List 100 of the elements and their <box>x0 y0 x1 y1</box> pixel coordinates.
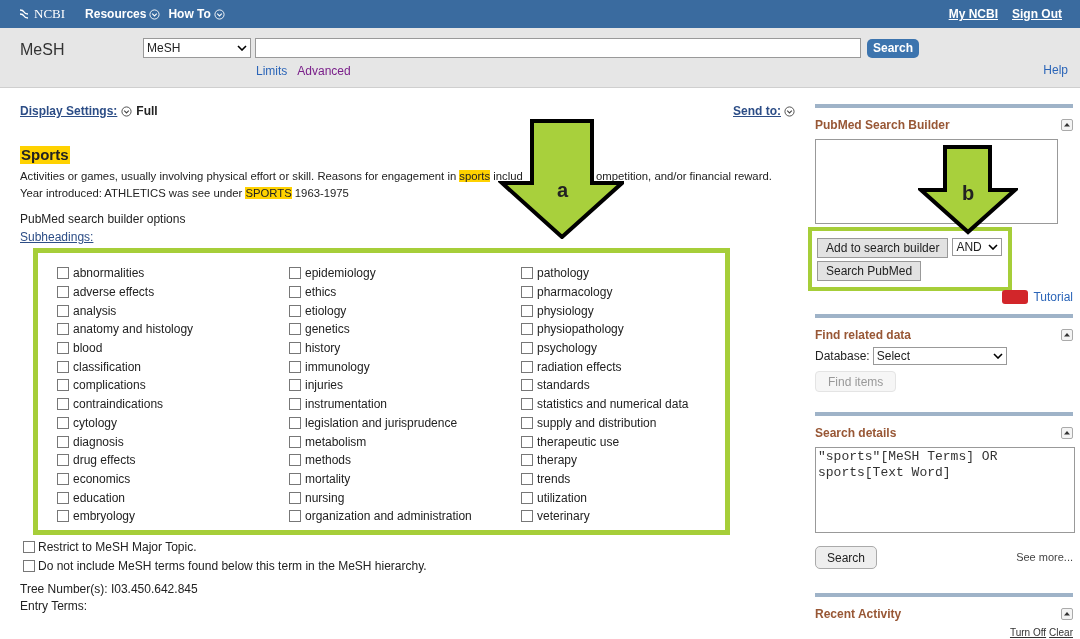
subheading-label: pharmacology <box>537 284 613 302</box>
checkbox[interactable] <box>57 435 69 448</box>
send-to-link[interactable]: Send to: <box>733 102 781 120</box>
search-option-link[interactable]: Limits <box>256 62 288 80</box>
database-select[interactable]: MeSH <box>143 38 251 58</box>
checkbox[interactable] <box>521 360 533 373</box>
checkbox[interactable] <box>289 286 301 299</box>
subheading-label: embryology <box>73 508 136 526</box>
database-label: Database: <box>815 348 870 365</box>
subheading-label: standards <box>537 377 590 395</box>
checkbox[interactable] <box>521 398 533 411</box>
search-button[interactable]: Search <box>815 546 878 569</box>
collapse-icon[interactable] <box>1061 608 1073 620</box>
checkbox[interactable] <box>57 510 69 523</box>
checkbox[interactable] <box>521 472 533 485</box>
option-label: Restrict to MeSH Major Topic. <box>38 538 197 556</box>
search-details-box[interactable]: "sports"[MeSH Terms] OR sports[Text Word] <box>815 447 1075 533</box>
search-field[interactable] <box>255 38 861 58</box>
checkbox[interactable] <box>521 304 533 317</box>
checkbox[interactable] <box>289 360 301 373</box>
checkbox[interactable] <box>57 472 69 485</box>
checkbox[interactable] <box>521 323 533 336</box>
subheading-label: therapeutic use <box>537 433 620 451</box>
checkbox[interactable] <box>289 510 301 523</box>
description-text: Activities or games, usually involving physical effort or skill. Reasons for engagement in sports includ <box>20 169 523 184</box>
operator-select[interactable]: AND <box>952 238 1003 256</box>
checkbox[interactable] <box>57 379 69 392</box>
checkbox[interactable] <box>57 304 69 317</box>
section-title: Find related data <box>815 327 912 344</box>
menu-link[interactable]: Resources <box>85 5 147 23</box>
checkbox[interactable] <box>521 435 533 448</box>
checkbox[interactable] <box>289 472 301 485</box>
help-link[interactable]: Help <box>1043 61 1068 79</box>
subheadings-link[interactable]: Subheadings: <box>20 230 94 244</box>
collapse-icon[interactable] <box>1061 329 1073 341</box>
account-link[interactable]: Sign Out <box>1012 5 1062 23</box>
display-settings-link[interactable]: Display Settings: <box>20 102 118 120</box>
checkbox[interactable] <box>521 342 533 355</box>
search-option-link[interactable]: Advanced <box>297 62 351 80</box>
section-title: Recent Activity <box>815 606 902 623</box>
activity-link[interactable]: Clear <box>1049 627 1073 639</box>
subheading-label: contraindications <box>73 396 164 414</box>
collapse-icon[interactable] <box>1061 427 1073 439</box>
checkbox[interactable] <box>521 379 533 392</box>
checkbox[interactable] <box>289 491 301 504</box>
checkbox[interactable] <box>289 435 301 448</box>
checkbox[interactable] <box>289 304 301 317</box>
database-select[interactable]: Select <box>872 347 1007 365</box>
checkbox[interactable] <box>521 510 533 523</box>
subheading-label: injuries <box>305 377 343 395</box>
checkbox[interactable] <box>289 416 301 429</box>
menu-link[interactable]: How To <box>168 5 211 23</box>
checkbox[interactable] <box>57 416 69 429</box>
tutorial-link[interactable]: Tutorial <box>1033 288 1073 306</box>
subheading-label: adverse effects <box>73 284 155 302</box>
checkbox[interactable] <box>521 286 533 299</box>
checkbox[interactable] <box>57 286 69 299</box>
account-link[interactable]: My NCBI <box>948 5 998 23</box>
checkbox[interactable] <box>57 454 69 467</box>
subheading-label: physiology <box>537 302 594 320</box>
activity-link[interactable]: Turn Off <box>1009 627 1047 639</box>
option-label: Do not include MeSH terms found below this term in the MeSH hierarchy. <box>38 557 427 575</box>
description-text: ompetition, and/or financial reward. <box>596 169 772 184</box>
checkbox[interactable] <box>289 398 301 411</box>
subheading-label: utilization <box>537 489 588 507</box>
checkbox[interactable] <box>289 454 301 467</box>
checkbox[interactable] <box>57 360 69 373</box>
subheading-label: genetics <box>305 321 350 339</box>
add-to-builder-button[interactable]: Add to search builder <box>817 238 949 258</box>
checkbox[interactable] <box>57 398 69 411</box>
collapse-icon[interactable] <box>1061 119 1073 131</box>
annotation-label: b <box>962 183 975 203</box>
checkbox[interactable] <box>521 416 533 429</box>
checkbox[interactable] <box>289 379 301 392</box>
search-button[interactable]: Search <box>867 38 920 58</box>
checkbox[interactable] <box>289 323 301 336</box>
subheading-label: instrumentation <box>305 396 388 414</box>
display-value: Full <box>136 103 158 120</box>
dropdown-icon <box>784 105 795 117</box>
subheading-label: psychology <box>537 340 598 358</box>
checkbox[interactable] <box>289 267 301 280</box>
checkbox[interactable] <box>57 491 69 504</box>
tree-numbers: Tree Number(s): I03.450.642.845 <box>20 581 199 598</box>
checkbox[interactable] <box>521 454 533 467</box>
checkbox[interactable] <box>57 267 69 280</box>
checkbox[interactable] <box>289 342 301 355</box>
subheading-label: physiopathology <box>537 321 624 339</box>
checkbox[interactable] <box>521 267 533 280</box>
checkbox[interactable] <box>521 491 533 504</box>
subheading-label: economics <box>73 470 131 488</box>
checkbox[interactable] <box>23 540 35 553</box>
checkbox[interactable] <box>57 323 69 336</box>
subheading-label: classification <box>73 358 142 376</box>
subheading-label: ethics <box>305 284 337 302</box>
section-title: Search details <box>815 425 897 442</box>
subheading-label: mortality <box>305 470 351 488</box>
checkbox[interactable] <box>57 342 69 355</box>
see-more-link[interactable]: See more... <box>1016 549 1073 566</box>
search-pubmed-button[interactable]: Search PubMed <box>817 261 922 281</box>
checkbox[interactable] <box>23 559 35 572</box>
